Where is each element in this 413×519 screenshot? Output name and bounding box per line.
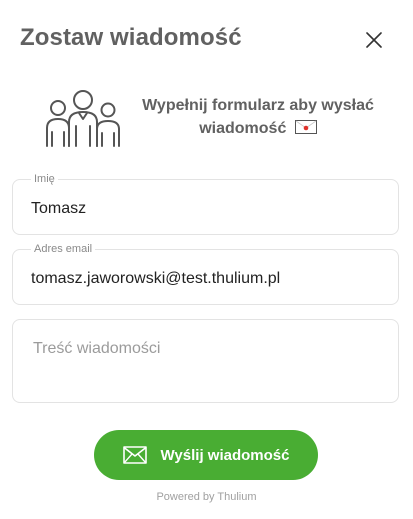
powered-by[interactable]: Powered by Thulium (0, 491, 413, 503)
contact-widget: Zostaw wiadomość Wypełnij formularz aby … (0, 0, 413, 519)
intro-text: Wypełnij formularz aby wysłać wiadomość (142, 97, 374, 137)
email-input[interactable]: tomasz.jaworowski@test.thulium.pl (31, 270, 280, 288)
email-field[interactable]: Adres email tomasz.jaworowski@test.thuli… (12, 243, 399, 305)
message-placeholder: Treść wiadomości (33, 340, 161, 357)
send-message-button[interactable]: Wyślij wiadomość (94, 430, 318, 480)
name-field[interactable]: Imię Tomasz (12, 173, 399, 235)
intro-section: Wypełnij formularz aby wysłać wiadomość (0, 80, 413, 160)
name-input[interactable]: Tomasz (31, 200, 86, 218)
message-textarea[interactable]: Treść wiadomości (12, 319, 399, 403)
name-label: Imię (31, 173, 58, 186)
close-icon[interactable] (366, 32, 382, 48)
widget-header: Zostaw wiadomość (0, 0, 413, 80)
envelope-icon (122, 446, 147, 464)
intro-message: Wypełnij formularz aby wysłać wiadomość (132, 94, 384, 140)
close-button[interactable] (360, 26, 388, 54)
send-button-label: Wyślij wiadomość (160, 446, 290, 464)
people-group-icon (46, 90, 120, 147)
envelope-emoji (294, 120, 317, 134)
email-label: Adres email (31, 243, 96, 256)
widget-title: Zostaw wiadomość (20, 24, 242, 51)
